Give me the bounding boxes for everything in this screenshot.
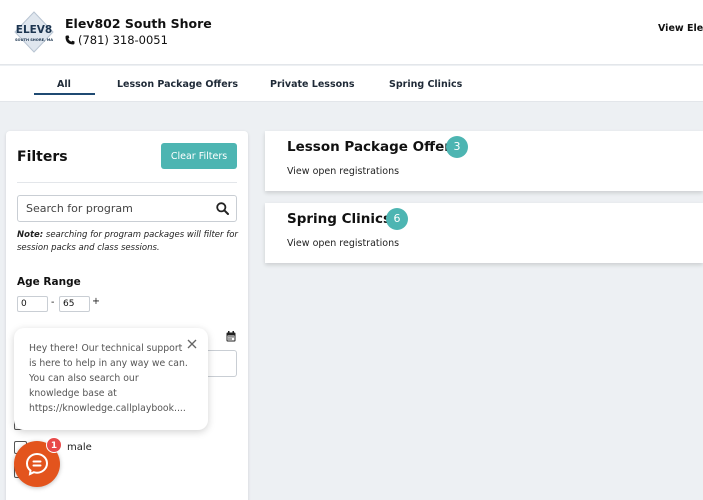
tab-spring-clinics[interactable]: Spring Clinics bbox=[389, 79, 462, 90]
program-search-input[interactable] bbox=[18, 196, 208, 221]
brand-phone-row: (781) 318-0051 bbox=[65, 33, 168, 47]
gender-label: male bbox=[67, 442, 92, 453]
view-registrations-link[interactable]: View open registrations bbox=[287, 166, 399, 177]
brand-name: Elev802 South Shore bbox=[65, 16, 212, 31]
site-header: ELEV8 SOUTH SHORE, MA Elev802 South Shor… bbox=[0, 0, 703, 65]
logo-subtext: SOUTH SHORE, MA bbox=[15, 38, 53, 42]
age-range-plus: + bbox=[92, 296, 100, 307]
offer-count-badge: 6 bbox=[386, 208, 408, 230]
offer-card-lesson-packages[interactable]: Lesson Package Offers 3 View open regist… bbox=[265, 131, 703, 191]
search-icon[interactable] bbox=[216, 202, 229, 215]
phone-number: (781) 318-0051 bbox=[78, 33, 168, 47]
clear-filters-button[interactable]: Clear Filters bbox=[161, 143, 237, 169]
age-max-input[interactable] bbox=[59, 296, 90, 312]
age-range-dash: - bbox=[51, 297, 55, 308]
offer-card-spring-clinics[interactable]: Spring Clinics 6 View open registrations bbox=[265, 203, 703, 263]
category-tabs: All Lesson Package Offers Private Lesson… bbox=[0, 66, 703, 102]
view-registrations-link[interactable]: View open registrations bbox=[287, 238, 399, 249]
offer-title: Lesson Package Offers bbox=[287, 139, 459, 155]
search-note: Note: searching for program packages wil… bbox=[17, 229, 242, 255]
phone-icon bbox=[65, 35, 75, 45]
tab-lesson-package-offers[interactable]: Lesson Package Offers bbox=[117, 79, 238, 90]
close-icon[interactable] bbox=[186, 338, 198, 350]
filters-divider bbox=[17, 182, 237, 183]
tab-all[interactable]: All bbox=[57, 79, 71, 90]
offer-count-badge: 3 bbox=[446, 136, 468, 158]
elev8-logo[interactable]: ELEV8 SOUTH SHORE, MA bbox=[14, 11, 54, 53]
chat-notification-badge: 1 bbox=[46, 437, 62, 453]
chat-message: Hey there! Our technical support is here… bbox=[29, 343, 188, 414]
age-min-input[interactable] bbox=[17, 296, 48, 312]
note-text: searching for program packages will filt… bbox=[17, 230, 238, 254]
filters-title: Filters bbox=[17, 149, 68, 165]
tab-private-lessons[interactable]: Private Lessons bbox=[270, 79, 355, 90]
calendar-icon[interactable] bbox=[226, 331, 236, 342]
note-label: Note: bbox=[17, 230, 44, 240]
program-search-box bbox=[17, 195, 237, 222]
view-link[interactable]: View Elev8 bbox=[658, 23, 703, 34]
age-range-label: Age Range bbox=[17, 276, 81, 288]
active-tab-underline bbox=[34, 93, 95, 95]
logo-text: ELEV8 bbox=[16, 24, 52, 36]
chat-bubble-icon bbox=[25, 452, 49, 476]
chat-popup: Hey there! Our technical support is here… bbox=[14, 328, 208, 430]
offer-title: Spring Clinics bbox=[287, 211, 392, 227]
